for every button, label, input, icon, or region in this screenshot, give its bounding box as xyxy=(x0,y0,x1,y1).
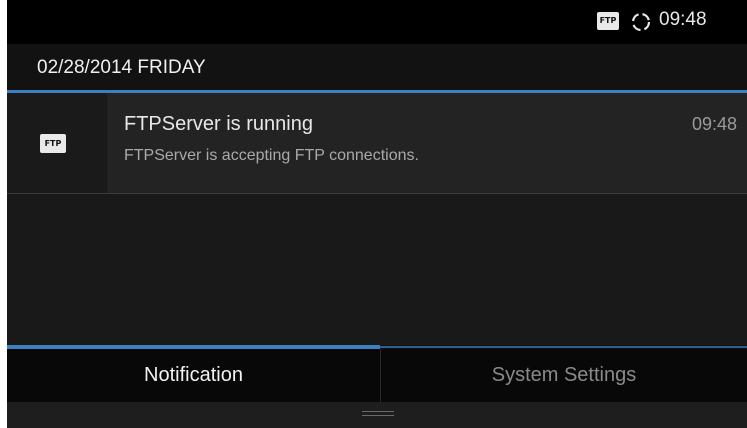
notification-text: FTPServer is accepting FTP connections. xyxy=(124,147,419,164)
ftp-icon: FTP xyxy=(40,134,66,153)
notification-icon-box: FTP xyxy=(7,93,107,193)
tab-bar: Notification System Settings xyxy=(7,349,747,402)
tab-system-settings[interactable]: System Settings xyxy=(381,349,747,402)
status-time: 09:48 xyxy=(659,9,707,30)
ftp-status-icon: FTP xyxy=(597,12,619,30)
date-header: 02/28/2014 FRIDAY xyxy=(7,44,747,90)
notification-shade: FTP 09:48 02/28/2014 FRIDAY FTP FTPServe… xyxy=(7,0,747,428)
sync-icon xyxy=(631,12,651,32)
empty-area xyxy=(7,194,747,345)
notification-item[interactable]: FTP FTPServer is running FTPServer is ac… xyxy=(7,93,747,193)
notification-time: 09:48 xyxy=(691,114,737,134)
drag-handle-bar[interactable] xyxy=(7,402,747,428)
tab-underline xyxy=(380,346,747,348)
drag-handle-icon[interactable] xyxy=(362,411,394,417)
tab-notification[interactable]: Notification xyxy=(7,349,380,402)
notification-title: FTPServer is running xyxy=(124,113,313,135)
date-text: 02/28/2014 FRIDAY xyxy=(37,57,206,78)
status-bar: FTP 09:48 xyxy=(7,0,747,44)
